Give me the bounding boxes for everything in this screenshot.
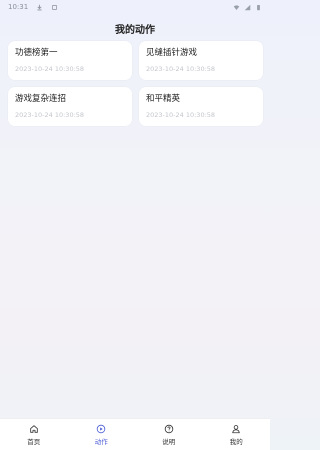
- card-timestamp: 2023-10-24 10:30:58: [146, 65, 216, 73]
- wifi-icon: [233, 4, 240, 10]
- card-title: 功德榜第一: [15, 48, 58, 58]
- card-timestamp: 2023-10-24 10:30:58: [146, 111, 216, 119]
- download-icon: [37, 4, 42, 10]
- tab-label: 动作: [94, 437, 108, 446]
- card-title: 游戏复杂连招: [15, 94, 67, 104]
- status-bar: 10:31: [0, 0, 270, 14]
- card-title: 和平精英: [146, 94, 181, 104]
- status-time: 10:31: [8, 3, 29, 11]
- action-card[interactable]: 和平精英 2023-10-24 10:30:58: [139, 87, 263, 126]
- action-card[interactable]: 游戏复杂连招 2023-10-24 10:30:58: [8, 87, 132, 126]
- tab-label: 首页: [27, 437, 41, 446]
- card-timestamp: 2023-10-24 10:30:58: [15, 111, 85, 119]
- card-timestamp: 2023-10-24 10:30:58: [15, 65, 85, 73]
- tab-home[interactable]: 首页: [0, 419, 68, 450]
- tab-label: 说明: [162, 437, 176, 446]
- notification-icon: [52, 4, 58, 10]
- card-title: 见缝插针游戏: [146, 48, 198, 58]
- tab-help[interactable]: 说明: [135, 419, 203, 450]
- tab-mine[interactable]: 我的: [203, 419, 271, 450]
- action-card[interactable]: 见缝插针游戏 2023-10-24 10:30:58: [139, 41, 263, 80]
- help-circle-icon: [164, 424, 173, 433]
- tab-actions[interactable]: 动作: [68, 419, 136, 450]
- bottom-tab-bar: 首页 动作 说明 我的: [0, 418, 270, 450]
- play-circle-icon: [97, 424, 106, 433]
- action-grid: 功德榜第一 2023-10-24 10:30:58 见缝插针游戏 2023-10…: [8, 41, 263, 126]
- action-card[interactable]: 功德榜第一 2023-10-24 10:30:58: [8, 41, 132, 80]
- home-icon: [30, 424, 38, 433]
- tab-label: 我的: [229, 437, 243, 446]
- battery-icon: [257, 4, 260, 10]
- person-icon: [232, 424, 240, 433]
- signal-icon: [244, 4, 251, 10]
- page-title: 我的动作: [115, 25, 155, 36]
